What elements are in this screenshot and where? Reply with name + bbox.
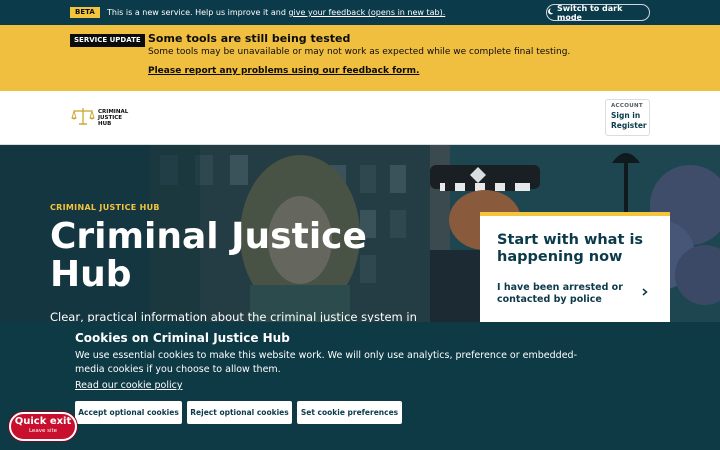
register-link[interactable]: Register	[611, 121, 647, 130]
hero-kicker: CRIMINAL JUSTICE HUB	[50, 203, 160, 212]
service-update-tag: SERVICE UPDATE	[70, 34, 145, 47]
logo-line: HUB	[98, 121, 112, 127]
accept-cookies-button[interactable]: Accept optional cookies	[75, 401, 182, 424]
beta-tag: BETA	[70, 7, 100, 18]
cookie-preferences-button[interactable]: Set cookie preferences	[297, 401, 402, 424]
service-update-banner: SERVICE UPDATE Some tools are still bein…	[0, 25, 720, 91]
site-header: CRIMINAL JUSTICE HUB ACCOUNT Sign in Reg…	[0, 91, 720, 145]
moon-icon	[547, 8, 554, 17]
dark-mode-toggle-button[interactable]: Switch to dark mode	[546, 3, 650, 22]
beta-banner: BETA This is a new service. Help us impr…	[0, 0, 720, 25]
cookie-banner-body: We use essential cookies to make this we…	[75, 350, 578, 375]
hero-title: Criminal Justice Hub	[50, 216, 367, 295]
chevron-right-icon	[642, 288, 648, 300]
quick-exit-sublabel: Leave site	[28, 428, 58, 434]
feedback-form-link[interactable]: Please report any problems using our fee…	[148, 66, 419, 76]
account-box: ACCOUNT Sign in Register	[605, 99, 650, 136]
reject-cookies-button[interactable]: Reject optional cookies	[187, 401, 292, 424]
sign-in-link[interactable]: Sign in	[611, 111, 644, 120]
service-update-body: Some tools may be unavailable or may not…	[148, 47, 571, 57]
beta-message: This is a new service. Help us improve i…	[107, 8, 286, 17]
cookie-banner: Cookies on Criminal Justice Hub We use e…	[0, 322, 720, 450]
feedback-link[interactable]: give your feedback (opens in new tab).	[288, 8, 445, 17]
quick-exit-button[interactable]: Quick exit Leave site	[9, 412, 77, 441]
start-card-title: Start with what is happening now	[497, 232, 644, 265]
hero-description: Clear, practical information about the c…	[50, 310, 417, 322]
start-option-label: I have been arrested or contacted by pol…	[497, 282, 623, 305]
account-label: ACCOUNT	[611, 103, 643, 109]
cookie-policy-link[interactable]: Read our cookie policy	[75, 380, 182, 391]
site-logo[interactable]: CRIMINAL JUSTICE HUB	[71, 106, 128, 130]
dark-mode-label: Switch to dark mode	[557, 3, 623, 22]
service-update-title: Some tools are still being tested	[148, 32, 351, 45]
start-option-arrested[interactable]: I have been arrested or contacted by pol…	[497, 282, 648, 306]
quick-exit-label: Quick exit	[14, 416, 72, 427]
cookie-banner-title: Cookies on Criminal Justice Hub	[75, 331, 290, 345]
hero-section: CRIMINAL JUSTICE HUB Criminal Justice Hu…	[0, 145, 720, 322]
start-card: Start with what is happening now I have …	[480, 212, 670, 322]
beta-text: This is a new service. Help us improve i…	[107, 7, 445, 18]
logo-text: CRIMINAL JUSTICE HUB	[98, 109, 128, 127]
scales-of-justice-icon	[71, 106, 95, 130]
